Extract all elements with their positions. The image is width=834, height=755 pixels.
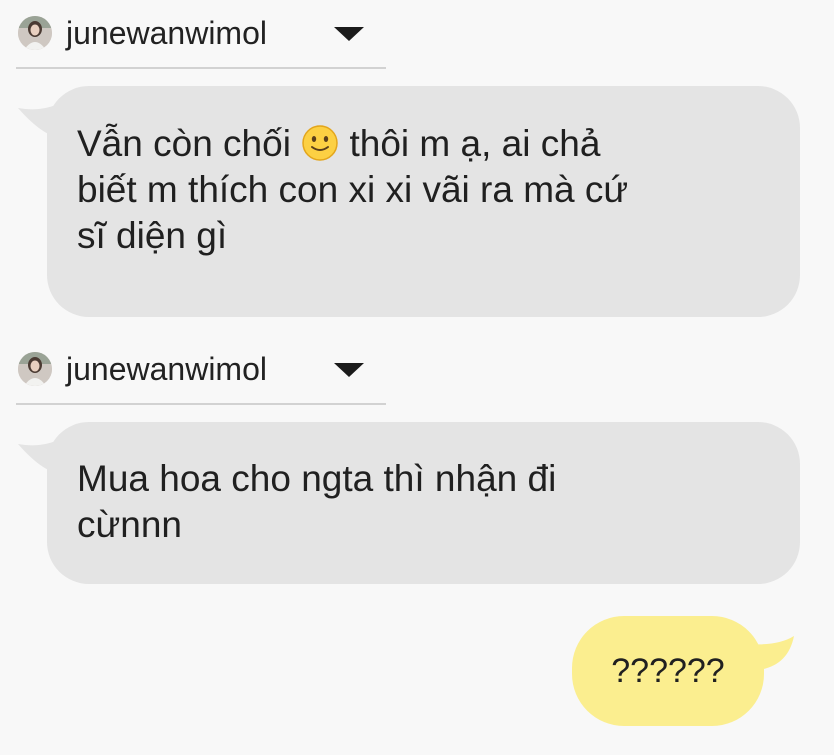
- message-bubble[interactable]: Mua hoa cho ngta thì nhận đi cừnnn: [47, 422, 800, 584]
- sender-name[interactable]: junewanwimol: [66, 349, 267, 389]
- message-text: ??????: [611, 652, 725, 690]
- sender-header[interactable]: junewanwimol: [16, 0, 386, 69]
- chevron-down-icon[interactable]: [334, 363, 364, 377]
- message-text: Mua hoa cho ngta thì nhận đi cừnnn: [77, 458, 557, 545]
- sender-header[interactable]: junewanwimol: [16, 336, 386, 405]
- divider: [16, 403, 386, 405]
- chevron-down-icon[interactable]: [334, 27, 364, 41]
- sender-name[interactable]: junewanwimol: [66, 13, 267, 53]
- message-bubble[interactable]: Vẫn còn chối thôi m ạ, ai chả biết m thí…: [47, 86, 800, 317]
- message-bubble-outgoing[interactable]: ??????: [572, 616, 764, 726]
- avatar[interactable]: [18, 16, 52, 50]
- message-text: Vẫn còn chối thôi m ạ, ai chả biết m thí…: [77, 121, 770, 259]
- divider: [16, 67, 386, 69]
- avatar-icon: [18, 352, 52, 386]
- avatar[interactable]: [18, 352, 52, 386]
- message-text-part: Vẫn còn chối: [77, 123, 302, 164]
- avatar-icon: [18, 16, 52, 50]
- smiling-face-icon: [301, 124, 339, 162]
